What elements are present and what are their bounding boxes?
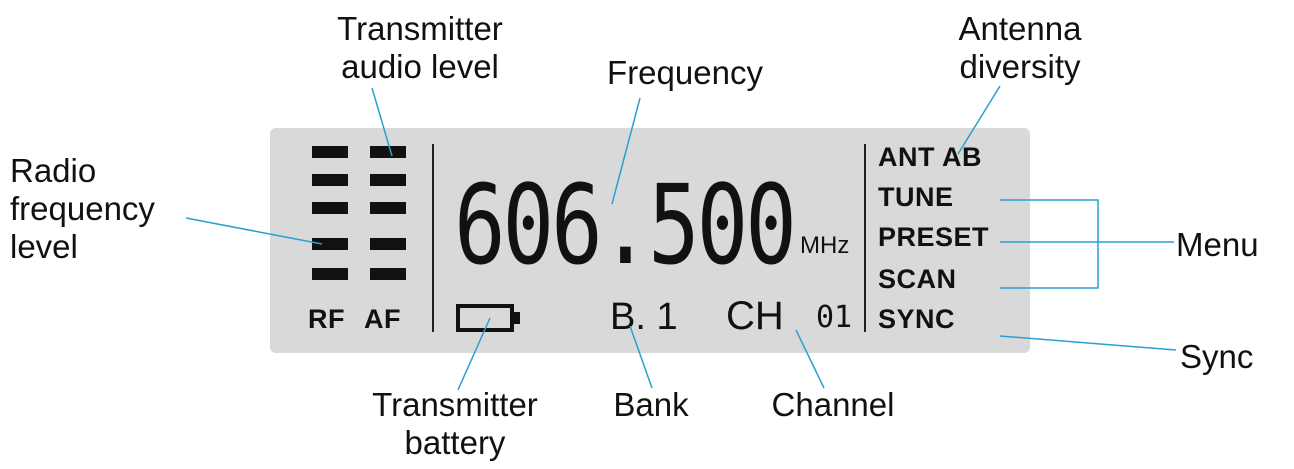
callout-antenna-diversity-line2: diversity [959,48,1081,85]
callout-bank-text: Bank [613,386,689,423]
callout-menu-text: Menu [1176,226,1259,263]
channel-prefix: CH [726,294,784,338]
af-bar-3 [370,202,406,214]
rf-bar-mid [312,202,348,214]
callout-transmitter-battery: Transmitter battery [340,386,570,462]
callout-antenna-diversity: Antenna diversity [920,10,1120,86]
callout-channel: Channel [748,386,918,424]
callout-frequency-text: Frequency [607,54,763,91]
callout-rf-level-line1: Radio [10,152,97,189]
sync-indicator: SYNC [878,304,956,334]
left-divider [432,144,434,332]
af-bar-5 [370,268,406,280]
callout-sync-text: Sync [1180,338,1254,375]
rf-bar-5 [312,268,348,280]
rf-bar-top [312,146,348,158]
menu-item-preset: PRESET [878,222,990,252]
callout-antenna-diversity-line1: Antenna [958,10,1082,47]
rf-label: RF [308,304,345,334]
bank-readout: B. 1 [610,296,678,338]
callout-transmitter-audio-level-line1: Transmitter [337,10,503,47]
frequency-readout: 606.500 [454,161,797,289]
callout-rf-level-line3: level [10,228,78,265]
callout-menu: Menu [1176,226,1286,264]
af-bar-4 [370,238,406,250]
callout-channel-text: Channel [771,386,895,423]
rf-bar-4 [312,238,348,250]
callout-rf-level-line2: frequency [10,190,155,227]
callout-sync: Sync [1180,338,1290,376]
menu-item-tune: TUNE [878,182,954,212]
callout-transmitter-battery-line2: battery [404,424,506,461]
frequency-unit: MHz [800,232,850,259]
af-label: AF [364,304,401,334]
channel-readout: 01 [816,300,853,335]
af-bar-2 [370,174,406,186]
callout-bank: Bank [596,386,706,424]
lcd-display: RF AF 606.500 MHz B. 1 CH 01 ANT AB TUNE… [270,128,1030,353]
callout-transmitter-audio-level-line2: audio level [341,48,499,85]
callout-transmitter-battery-line1: Transmitter [372,386,538,423]
antenna-indicator: ANT AB [878,142,982,172]
callout-radio-frequency-level: Radio frequency level [10,152,210,266]
right-divider [864,144,866,332]
rf-bar-upper [312,174,348,186]
callout-transmitter-audio-level: Transmitter audio level [300,10,540,86]
af-bar-1 [370,146,406,158]
menu-item-scan: SCAN [878,264,957,294]
callout-frequency: Frequency [580,54,790,92]
battery-icon [456,304,520,332]
